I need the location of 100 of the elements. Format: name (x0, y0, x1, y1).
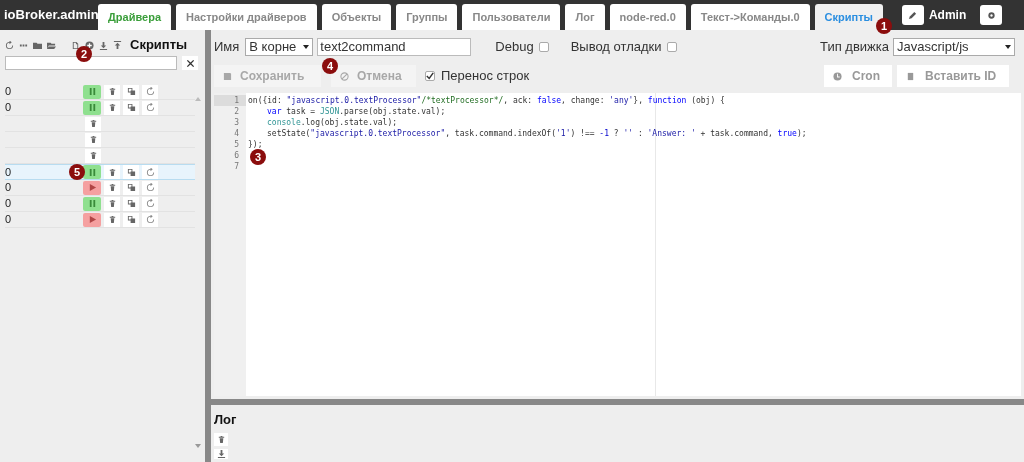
debug-label: Debug (495, 38, 534, 57)
restart-button[interactable] (142, 212, 158, 227)
sidebar-title: Скрипты (130, 36, 188, 55)
trash-icon (107, 199, 117, 208)
copy-button[interactable] (123, 84, 139, 99)
script-row[interactable]: 0 (5, 100, 195, 116)
tab[interactable]: Драйвера (98, 4, 171, 30)
copy-button[interactable] (123, 180, 139, 195)
trash-icon (88, 151, 98, 160)
tab[interactable]: Текст->Команды.0 (690, 4, 810, 30)
upload-icon (113, 40, 122, 50)
tab[interactable]: Группы (396, 4, 458, 30)
copy-button[interactable] (123, 212, 139, 227)
download-icon (216, 449, 226, 458)
ban-icon (340, 71, 349, 81)
delete-button[interactable] (104, 100, 120, 115)
file-icon (71, 40, 80, 50)
clear-button[interactable] (182, 56, 198, 70)
copy-button[interactable] (123, 196, 139, 211)
log-title: Лог (214, 411, 238, 429)
line-number: 1 (214, 95, 246, 106)
checkbox[interactable] (425, 71, 435, 81)
folder-icon (47, 40, 56, 50)
script-row[interactable]: 0 (5, 84, 195, 100)
trash-icon (216, 434, 226, 444)
restart-button[interactable] (142, 180, 158, 195)
download-icon (99, 40, 108, 50)
tab[interactable]: Лог (565, 4, 605, 30)
callout-number: 4 (322, 58, 338, 74)
dropdown-icon (1005, 45, 1011, 49)
delete-button[interactable] (104, 84, 120, 99)
play-icon (87, 183, 97, 192)
line-number: 7 (233, 161, 240, 172)
download-button[interactable] (214, 448, 228, 459)
reload-icon (5, 40, 14, 50)
script-name: 0 (5, 101, 12, 114)
checkbox[interactable] (538, 42, 549, 52)
restart-button[interactable] (142, 100, 158, 115)
pause-icon (87, 199, 97, 208)
play-button[interactable] (83, 180, 101, 195)
script-row[interactable]: 0 (5, 212, 195, 228)
pause-button[interactable] (83, 84, 101, 99)
script-row[interactable]: 0 (5, 196, 195, 212)
trash-icon (107, 183, 117, 192)
edit-button[interactable] (901, 5, 924, 25)
pause-icon (87, 87, 97, 96)
restart-button[interactable] (142, 84, 158, 99)
clear-log-button[interactable] (214, 432, 228, 446)
callout-number: 2 (76, 46, 92, 62)
script-row[interactable]: 0 5 (5, 164, 195, 180)
restart-button[interactable] (142, 165, 158, 179)
delete-button[interactable] (104, 212, 120, 227)
user-name: Admin (928, 7, 967, 24)
search-field[interactable] (5, 56, 177, 70)
checkbox[interactable] (666, 42, 677, 52)
tab[interactable]: node-red.0 (609, 4, 686, 30)
pause-button[interactable] (83, 165, 101, 179)
tab[interactable]: Пользователи (462, 4, 561, 30)
tab[interactable]: Настройки драйверов (176, 4, 317, 30)
copy-button[interactable] (123, 165, 139, 179)
trash-icon (107, 215, 117, 224)
pause-button[interactable] (83, 196, 101, 211)
copy-icon (126, 199, 136, 208)
folder-select[interactable]: В корне (245, 38, 314, 56)
code-line: on({id: "javascript.0.textProcessor"/*textProcessor*/, ack: false, change: 'any'}, function (obj) { (248, 95, 725, 106)
code-line: }); (248, 139, 263, 150)
callout-number: 3 (250, 149, 266, 165)
close-icon (185, 58, 195, 68)
pencil-icon (908, 10, 918, 20)
trash-icon (107, 167, 117, 177)
copy-icon (126, 103, 136, 112)
delete-button[interactable] (104, 165, 120, 179)
code-line: var task = JSON.parse(obj.state.val); (266, 106, 446, 117)
delete-button[interactable] (85, 148, 101, 163)
settings-button[interactable] (980, 5, 1003, 25)
cron-button[interactable]: Cron (824, 65, 892, 87)
line-number: 5 (233, 139, 240, 150)
trash-icon (107, 103, 117, 112)
play-button[interactable] (83, 212, 101, 227)
dropdown-icon (303, 45, 310, 49)
name-field[interactable]: text2command (317, 38, 472, 56)
folder-icon (33, 40, 42, 50)
wrap-label: Перенос строк (441, 67, 530, 86)
delete-button[interactable] (104, 196, 120, 211)
script-name: 0 (5, 181, 12, 194)
insert-id-button[interactable]: Вставить ID (897, 65, 1009, 87)
pause-button[interactable] (83, 100, 101, 115)
engine-select[interactable]: Javascript/js (893, 38, 1015, 56)
restart-button[interactable] (142, 196, 158, 211)
delete-button[interactable] (104, 180, 120, 195)
trash-icon (88, 119, 98, 128)
copy-button[interactable] (123, 100, 139, 115)
code-line: console.log(obj.state.val); (266, 117, 398, 128)
copy-icon (126, 87, 136, 96)
script-row[interactable]: 0 (5, 180, 195, 196)
clock-icon (833, 71, 842, 81)
delete-button[interactable] (85, 116, 101, 131)
delete-button[interactable] (85, 132, 101, 147)
name-label: Имя (214, 38, 240, 57)
tab[interactable]: Объекты (321, 4, 392, 30)
